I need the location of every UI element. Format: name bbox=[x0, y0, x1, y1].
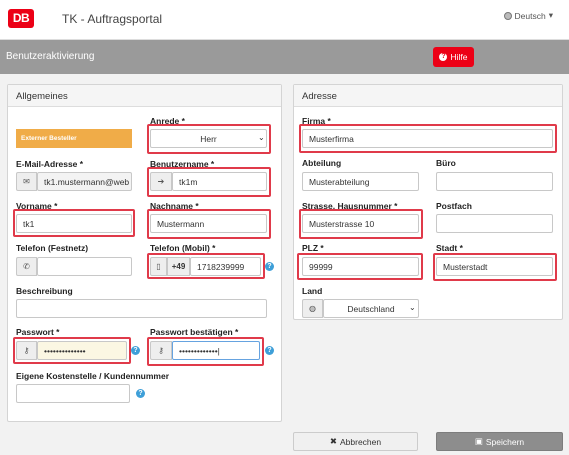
help-icon-password-confirm[interactable]: ? bbox=[265, 346, 274, 355]
zip-field[interactable]: 99999 bbox=[302, 257, 419, 276]
login-icon: ➔ bbox=[150, 172, 172, 191]
help-icon-password[interactable]: ? bbox=[131, 346, 140, 355]
save-button[interactable]: ▣ Speichern bbox=[436, 432, 563, 451]
password-label: Passwort * bbox=[16, 327, 60, 337]
landline-field[interactable] bbox=[37, 257, 132, 276]
country-label: Land bbox=[302, 286, 323, 296]
phone-icon: ✆ bbox=[16, 257, 37, 276]
help-button-label: Hilfe bbox=[450, 52, 468, 62]
caret-down-icon: ▾ bbox=[548, 10, 553, 20]
salutation-value: Herr bbox=[200, 133, 217, 144]
language-selector[interactable]: Deutsch ▾ bbox=[503, 10, 553, 21]
envelope-icon: ✉ bbox=[16, 172, 37, 191]
page-title-bar: Benutzeraktivierung bbox=[0, 40, 569, 74]
password-field[interactable]: •••••••••••••• bbox=[37, 341, 127, 360]
department-field[interactable]: Musterabteilung bbox=[302, 172, 419, 191]
pobox-label: Postfach bbox=[436, 201, 472, 211]
portal-title: TK - Auftragsportal bbox=[62, 12, 163, 26]
password-confirm-field[interactable]: •••••••••••••| bbox=[172, 341, 260, 360]
salutation-label: Anrede * bbox=[150, 116, 185, 126]
general-panel-heading: Allgemeines bbox=[8, 85, 281, 107]
firstname-label: Vorname * bbox=[16, 201, 58, 211]
country-value: Deutschland bbox=[347, 303, 395, 314]
street-label: Strasse, Hausnummer * bbox=[302, 201, 398, 211]
salutation-select[interactable]: Herr bbox=[150, 129, 267, 148]
close-icon: ✖ bbox=[329, 436, 337, 446]
email-field[interactable]: tk1.mustermann@web bbox=[37, 172, 132, 191]
company-label: Firma * bbox=[302, 116, 331, 126]
pobox-field[interactable] bbox=[436, 214, 553, 233]
firstname-field[interactable]: tk1 bbox=[16, 214, 132, 233]
description-field[interactable] bbox=[16, 299, 267, 318]
country-prefix: +49 bbox=[167, 257, 190, 276]
username-label: Benutzername * bbox=[150, 159, 215, 169]
language-label: Deutsch bbox=[514, 10, 546, 21]
globe-icon bbox=[503, 11, 512, 20]
mobile-icon: ▯ bbox=[150, 257, 167, 276]
lastname-label: Nachname * bbox=[150, 201, 199, 211]
street-field[interactable]: Musterstrasse 10 bbox=[302, 214, 419, 233]
cost-center-label: Eigene Kostenstelle / Kundennummer bbox=[16, 371, 170, 381]
mobile-field[interactable]: 1718239999 bbox=[190, 257, 261, 276]
question-icon: ? bbox=[439, 53, 448, 61]
external-orderer-badge: Externer Besteller bbox=[16, 129, 132, 148]
company-field[interactable]: Musterfirma bbox=[302, 129, 553, 148]
username-field[interactable]: tk1m bbox=[172, 172, 267, 191]
help-icon-mobile[interactable]: ? bbox=[265, 262, 274, 271]
cost-center-field[interactable] bbox=[16, 384, 130, 403]
landline-label: Telefon (Festnetz) bbox=[16, 243, 89, 253]
top-bar: DB TK - Auftragsportal Deutsch ▾ bbox=[0, 0, 569, 40]
description-label: Beschreibung bbox=[16, 286, 73, 296]
office-label: Büro bbox=[436, 158, 456, 168]
zip-label: PLZ * bbox=[302, 243, 324, 253]
save-button-label: Speichern bbox=[485, 436, 525, 447]
key-icon: ⚷ bbox=[16, 341, 37, 360]
office-field[interactable] bbox=[436, 172, 553, 191]
help-icon-cost-center[interactable]: ? bbox=[136, 389, 145, 398]
floppy-disk-icon: ▣ bbox=[474, 436, 483, 446]
department-label: Abteilung bbox=[302, 158, 342, 168]
cancel-button[interactable]: ✖ Abbrechen bbox=[293, 432, 418, 451]
country-select[interactable]: Deutschland bbox=[323, 299, 419, 318]
chevron-down-icon-country: ⌄ bbox=[409, 303, 416, 312]
password-confirm-label: Passwort bestätigen * bbox=[150, 327, 239, 337]
cancel-button-label: Abbrechen bbox=[340, 436, 382, 447]
city-label: Stadt * bbox=[436, 243, 463, 253]
mobile-label: Telefon (Mobil) * bbox=[150, 243, 216, 253]
page-title: Benutzeraktivierung bbox=[6, 51, 95, 62]
key-icon-confirm: ⚷ bbox=[150, 341, 172, 360]
city-field[interactable]: Musterstadt bbox=[436, 257, 553, 276]
address-panel-heading: Adresse bbox=[294, 85, 562, 107]
help-button[interactable]: ? Hilfe bbox=[433, 47, 474, 67]
email-label: E-Mail-Adresse * bbox=[16, 159, 84, 169]
globe-icon-country: ◍ bbox=[302, 299, 323, 318]
lastname-field[interactable]: Mustermann bbox=[150, 214, 267, 233]
db-logo[interactable]: DB bbox=[8, 9, 34, 28]
chevron-down-icon: ⌄ bbox=[258, 133, 265, 142]
